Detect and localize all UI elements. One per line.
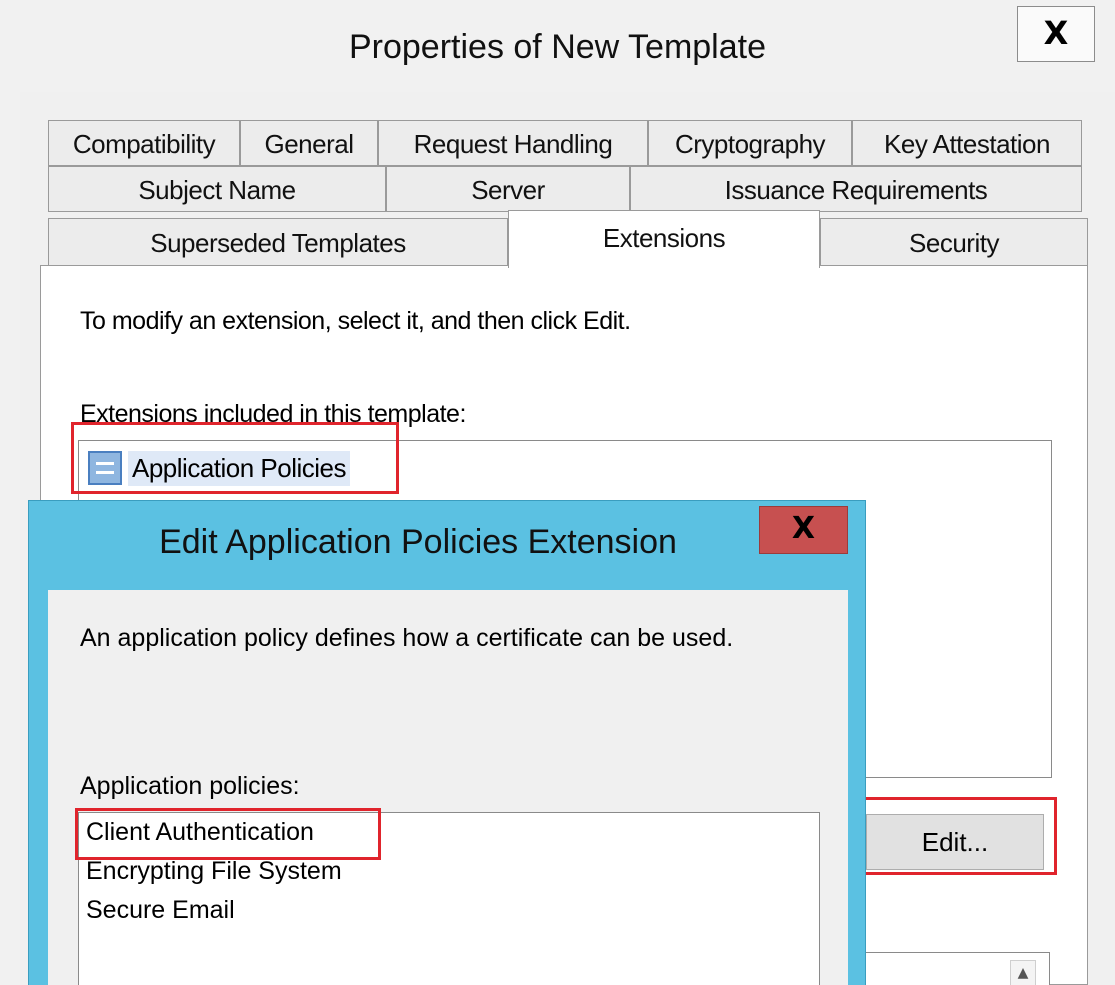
list-item[interactable]: Secure Email <box>86 896 235 925</box>
description-text: An application policy defines how a cert… <box>80 624 734 652</box>
tab-compatibility[interactable]: Compatibility <box>48 120 240 166</box>
highlight-box <box>71 422 399 494</box>
close-button[interactable]: X <box>759 506 848 554</box>
application-policies-label: Application policies: <box>80 772 300 800</box>
dialog-title: Properties of New Template <box>348 28 766 66</box>
dialog-title-bar: Properties of New Template <box>0 0 1115 92</box>
tab-request-handling[interactable]: Request Handling <box>378 120 648 166</box>
instruction-text: To modify an extension, select it, and t… <box>80 307 631 335</box>
tab-issuance-requirements[interactable]: Issuance Requirements <box>630 166 1082 212</box>
highlight-box <box>75 808 381 860</box>
tab-server[interactable]: Server <box>386 166 630 212</box>
tab-security[interactable]: Security <box>820 218 1088 266</box>
tab-cryptography[interactable]: Cryptography <box>648 120 852 166</box>
tab-key-attestation[interactable]: Key Attestation <box>852 120 1082 166</box>
tab-superseded-templates[interactable]: Superseded Templates <box>48 218 508 266</box>
dialog-title: Edit Application Policies Extension <box>159 523 677 561</box>
list-item[interactable]: Encrypting File System <box>86 857 342 886</box>
highlight-box <box>854 797 1057 875</box>
tab-extensions[interactable]: Extensions <box>508 210 820 268</box>
scroll-up-icon[interactable]: ▲ <box>1010 960 1036 985</box>
tab-general[interactable]: General <box>240 120 378 166</box>
tab-subject-name[interactable]: Subject Name <box>48 166 386 212</box>
close-button[interactable]: X <box>1017 6 1095 62</box>
